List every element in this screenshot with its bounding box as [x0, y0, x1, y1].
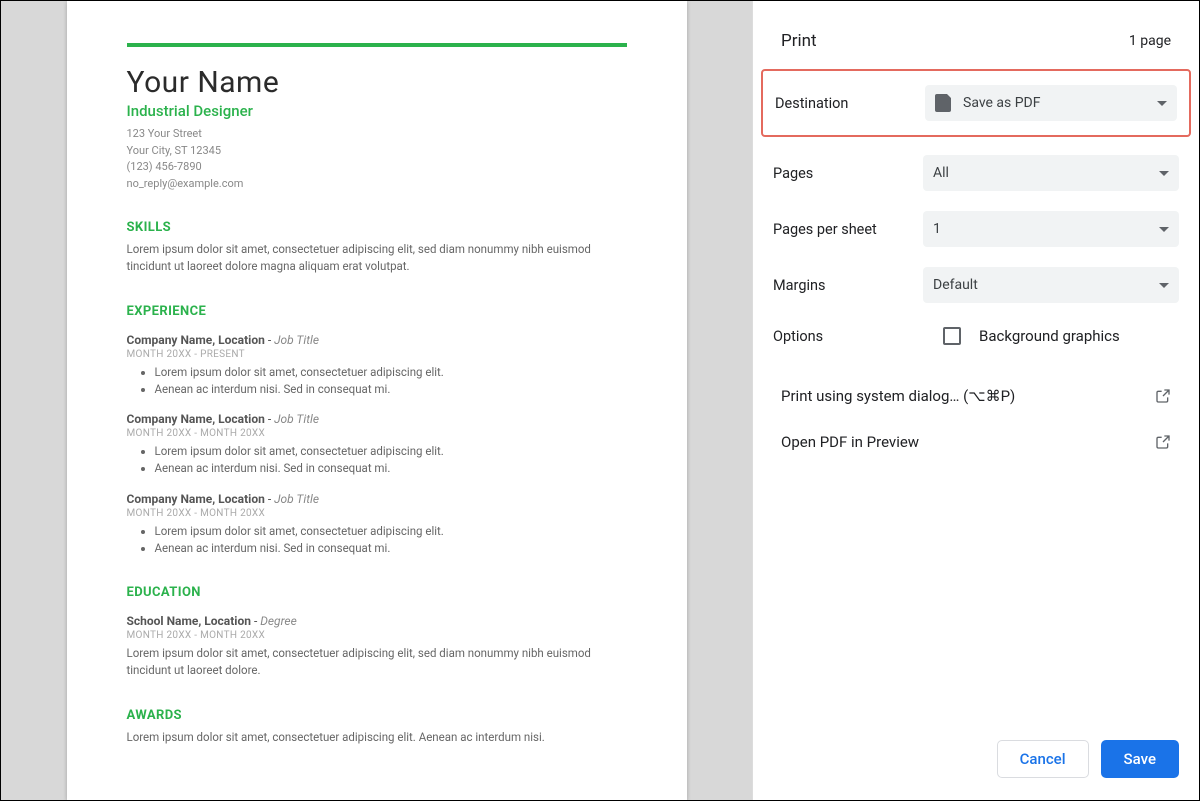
job-company: Company Name, Location	[127, 492, 265, 506]
edu-dates: MONTH 20XX - MONTH 20XX	[127, 630, 627, 641]
print-title: Print	[781, 31, 817, 51]
destination-label: Destination	[775, 95, 925, 112]
open-preview-label: Open PDF in Preview	[781, 433, 919, 451]
destination-select[interactable]: Save as PDF	[925, 85, 1177, 121]
edu-school: School Name, Location	[127, 614, 251, 628]
job-bullets: Lorem ipsum dolor sit amet, consectetuer…	[155, 523, 627, 558]
job-head: Company Name, Location - Job Title	[127, 492, 627, 506]
job-company: Company Name, Location	[127, 333, 265, 347]
bullet: Lorem ipsum dolor sit amet, consectetuer…	[155, 523, 627, 540]
resume-street: 123 Your Street	[127, 126, 627, 143]
skills-heading: SKILLS	[127, 220, 627, 235]
job-title: Job Title	[274, 412, 319, 426]
options-row: Options Background graphics	[753, 313, 1199, 353]
margins-row: Margins Default	[753, 257, 1199, 313]
external-link-icon	[1155, 434, 1171, 450]
resume-name: Your Name	[127, 65, 627, 100]
bullet: Lorem ipsum dolor sit amet, consectetuer…	[155, 364, 627, 381]
bullet: Lorem ipsum dolor sit amet, consectetuer…	[155, 443, 627, 460]
job-bullets: Lorem ipsum dolor sit amet, consectetuer…	[155, 364, 627, 399]
edu-degree: Degree	[260, 614, 297, 628]
pps-value: 1	[933, 221, 941, 237]
experience-heading: EXPERIENCE	[127, 304, 627, 319]
print-preview-pane: Your Name Industrial Designer 123 Your S…	[1, 1, 752, 800]
system-dialog-label: Print using system dialog… (⌥⌘P)	[781, 387, 1015, 405]
background-graphics-checkbox[interactable]	[943, 327, 961, 345]
resume-city: Your City, ST 12345	[127, 143, 627, 160]
pages-value: All	[933, 165, 949, 181]
bullet: Aenean ac interdum nisi. Sed in consequa…	[155, 540, 627, 557]
resume-email: no_reply@example.com	[127, 176, 627, 193]
edu-head: School Name, Location - Degree	[127, 614, 627, 628]
chevron-down-icon	[1159, 171, 1169, 176]
job-company: Company Name, Location	[127, 412, 265, 426]
bullet: Aenean ac interdum nisi. Sed in consequa…	[155, 460, 627, 477]
print-sidebar: Print 1 page Destination Save as PDF Pag…	[752, 1, 1199, 800]
job-title: Job Title	[274, 333, 319, 347]
pages-row: Pages All	[753, 145, 1199, 201]
options-label: Options	[773, 328, 943, 345]
chevron-down-icon	[1157, 101, 1167, 106]
pps-select[interactable]: 1	[923, 211, 1179, 247]
open-preview-link[interactable]: Open PDF in Preview	[753, 419, 1199, 465]
chevron-down-icon	[1159, 283, 1169, 288]
pages-label: Pages	[773, 165, 923, 182]
job-dates: MONTH 20XX - PRESENT	[127, 349, 627, 360]
pages-select[interactable]: All	[923, 155, 1179, 191]
edu-body: Lorem ipsum dolor sit amet, consectetuer…	[127, 645, 627, 680]
destination-row: Destination Save as PDF	[761, 69, 1191, 137]
document-page: Your Name Industrial Designer 123 Your S…	[67, 1, 687, 800]
job-head: Company Name, Location - Job Title	[127, 333, 627, 347]
accent-bar	[127, 43, 627, 47]
footer: Cancel Save	[753, 724, 1199, 800]
resume-contact: 123 Your Street Your City, ST 12345 (123…	[127, 126, 627, 192]
awards-heading: AWARDS	[127, 708, 627, 723]
pps-row: Pages per sheet 1	[753, 201, 1199, 257]
job-bullets: Lorem ipsum dolor sit amet, consectetuer…	[155, 443, 627, 478]
page-count: 1 page	[1129, 33, 1171, 49]
margins-value: Default	[933, 277, 978, 293]
resume-phone: (123) 456-7890	[127, 159, 627, 176]
print-header: Print 1 page	[753, 1, 1199, 69]
awards-body: Lorem ipsum dolor sit amet, consectetuer…	[127, 729, 627, 746]
resume-role: Industrial Designer	[127, 102, 627, 120]
destination-value: Save as PDF	[963, 95, 1041, 111]
margins-select[interactable]: Default	[923, 267, 1179, 303]
save-button[interactable]: Save	[1101, 740, 1179, 778]
cancel-button[interactable]: Cancel	[997, 740, 1089, 778]
education-heading: EDUCATION	[127, 585, 627, 600]
system-dialog-link[interactable]: Print using system dialog… (⌥⌘P)	[753, 373, 1199, 419]
skills-body: Lorem ipsum dolor sit amet, consectetuer…	[127, 241, 627, 276]
job-dates: MONTH 20XX - MONTH 20XX	[127, 508, 627, 519]
job-dates: MONTH 20XX - MONTH 20XX	[127, 428, 627, 439]
margins-label: Margins	[773, 277, 923, 294]
pps-label: Pages per sheet	[773, 221, 923, 238]
background-graphics-label: Background graphics	[979, 327, 1120, 345]
file-icon	[935, 94, 951, 112]
job-head: Company Name, Location - Job Title	[127, 412, 627, 426]
chevron-down-icon	[1159, 227, 1169, 232]
bullet: Aenean ac interdum nisi. Sed in consequa…	[155, 381, 627, 398]
external-link-icon	[1155, 388, 1171, 404]
job-title: Job Title	[274, 492, 319, 506]
